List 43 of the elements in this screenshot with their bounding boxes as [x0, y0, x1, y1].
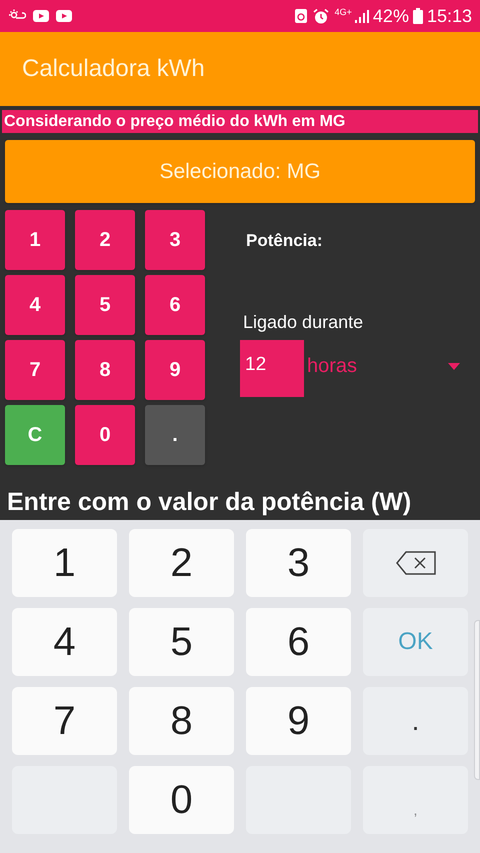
keypad-key[interactable]: 9	[145, 340, 205, 400]
clear-button[interactable]: C	[5, 405, 65, 465]
keypad-key[interactable]: 1	[5, 210, 65, 270]
keypad-key[interactable]: 0	[75, 405, 135, 465]
backspace-key[interactable]	[363, 529, 468, 597]
network-type-text: 4G+	[334, 8, 352, 17]
alarm-icon	[312, 8, 329, 24]
info-banner: Considerando o preço médio do kWh em MG	[2, 110, 478, 133]
duration-label: Ligado durante	[243, 310, 364, 334]
keyboard-key[interactable]: 9	[246, 687, 351, 755]
keyboard-key[interactable]: .	[363, 687, 468, 755]
keypad-key[interactable]: 6	[145, 275, 205, 335]
keypad-key[interactable]: 2	[75, 210, 135, 270]
keypad-key[interactable]: 5	[75, 275, 135, 335]
backspace-icon	[396, 551, 436, 575]
unit-dropdown[interactable]: horas	[304, 340, 480, 396]
keypad-key[interactable]: .	[145, 405, 205, 465]
video-app-icon	[56, 10, 72, 22]
hours-field[interactable]: 12	[240, 340, 304, 396]
keyboard-key[interactable]: 2	[129, 529, 234, 597]
battery-percent-text: 42%	[372, 4, 409, 28]
keypad-key[interactable]: 8	[75, 340, 135, 400]
keypad-key[interactable]: 7	[5, 340, 65, 400]
power-label: Potência:	[246, 230, 324, 252]
keypad-key[interactable]: 4	[5, 275, 65, 335]
dropdown-arrow-icon	[448, 362, 460, 370]
clock-time: 15:13	[426, 4, 472, 28]
keyboard-key[interactable]: 1	[12, 529, 117, 597]
keyboard-key[interactable]: 0	[129, 766, 234, 834]
ok-key[interactable]: OK	[363, 608, 468, 676]
app-title: Calculadora kWh	[22, 54, 205, 84]
video-app-icon	[33, 10, 49, 22]
keyboard-key[interactable]: ,	[363, 766, 468, 834]
keyboard-key[interactable]: 8	[129, 687, 234, 755]
keyboard-key[interactable]: 5	[129, 608, 234, 676]
signal-icon	[354, 10, 369, 22]
keyboard-key[interactable]: 4	[12, 608, 117, 676]
keyboard-key[interactable]: 6	[246, 608, 351, 676]
prompt-text: Entre com o valor da potência (W)	[7, 488, 412, 516]
battery-icon	[412, 8, 423, 24]
keyboard-key[interactable]: 7	[12, 687, 117, 755]
keyboard-key[interactable]: 3	[246, 529, 351, 597]
keypad-key[interactable]: 3	[145, 210, 205, 270]
